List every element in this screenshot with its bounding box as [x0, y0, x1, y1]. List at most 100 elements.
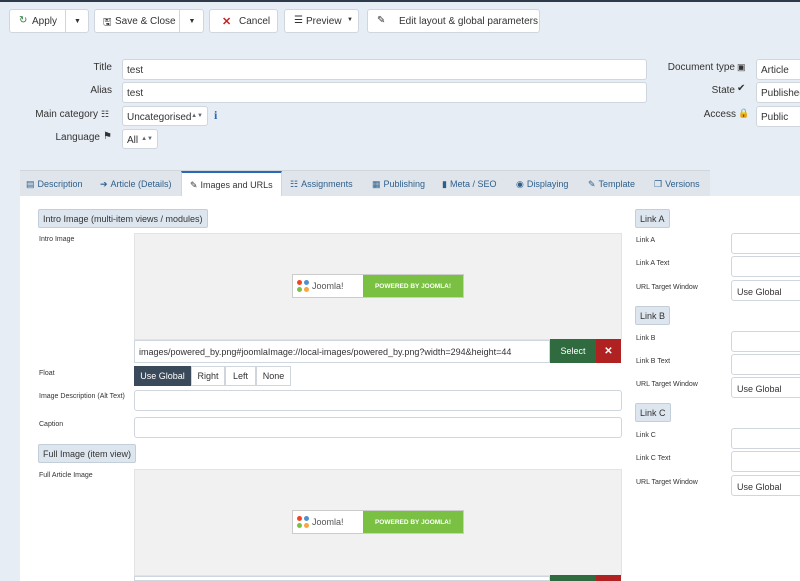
- edit-layout-button[interactable]: ✎ Edit layout & global parameters: [367, 9, 540, 33]
- alias-label: Alias: [90, 85, 112, 96]
- link-c-input[interactable]: [731, 428, 800, 449]
- full-select-button[interactable]: [550, 575, 596, 581]
- title-label: Title: [93, 62, 112, 73]
- link-c-target-label: URL Target Window: [636, 479, 698, 486]
- sign-in-icon: ➔: [100, 178, 108, 189]
- link-c-label: Link C: [636, 432, 656, 439]
- link-b-label: Link B: [636, 335, 656, 342]
- top-bar: [0, 0, 800, 2]
- apply-dropdown-caret[interactable]: ▼: [65, 10, 89, 32]
- powered-by-joomla-image: Joomla! POWERED BY JOOMLA!: [292, 274, 464, 298]
- alias-input[interactable]: test: [122, 82, 647, 103]
- link-a-target-label: URL Target Window: [636, 284, 698, 291]
- calendar-icon: ▦: [372, 178, 381, 189]
- intro-image-preview: Joomla! POWERED BY JOOMLA!: [134, 233, 622, 340]
- intro-image-section: Intro Image (multi-item views / modules): [38, 209, 208, 228]
- close-icon: ✕: [222, 16, 232, 28]
- language-label: Language: [55, 132, 101, 143]
- link-b-input[interactable]: [731, 331, 800, 352]
- access-label: Access: [703, 109, 736, 120]
- close-icon: ✕: [604, 345, 613, 357]
- sitemap-icon: ☷: [290, 178, 299, 189]
- link-a-target-select[interactable]: Use Global: [731, 280, 800, 301]
- link-a-input[interactable]: [731, 233, 800, 254]
- link-c-target-select[interactable]: Use Global: [731, 475, 800, 496]
- float-label: Float: [39, 370, 55, 377]
- tab-bar: ▤ Description ➔ Article (Details) ✎ Images …: [20, 170, 710, 197]
- caption-input[interactable]: [134, 417, 622, 438]
- sitemap-icon: ☷: [101, 109, 110, 119]
- alt-text-input[interactable]: [134, 390, 622, 411]
- chevron-down-icon: ▲▼: [191, 113, 203, 119]
- tab-description[interactable]: ▤ Description: [26, 171, 83, 197]
- doctype-select[interactable]: Article: [756, 59, 800, 80]
- link-a-section: Link A: [635, 209, 670, 228]
- briefcase-icon: ▣: [737, 62, 746, 72]
- link-c-text-label: Link C Text: [636, 455, 671, 462]
- powered-by-joomla-image: Joomla! POWERED BY JOOMLA!: [292, 510, 464, 534]
- eye-icon: ◉: [516, 178, 524, 189]
- full-image-path-input[interactable]: [134, 576, 550, 581]
- copy-icon: ❐: [654, 178, 663, 189]
- float-none[interactable]: None: [256, 366, 291, 386]
- tab-images-urls[interactable]: ✎ Images and URLs: [181, 171, 282, 197]
- link-b-text-input[interactable]: [731, 354, 800, 375]
- doctype-label: Document type: [667, 62, 735, 73]
- link-b-target-label: URL Target Window: [636, 381, 698, 388]
- save-dropdown-caret[interactable]: ▼: [179, 10, 204, 32]
- link-b-text-label: Link B Text: [636, 358, 671, 365]
- intro-image-label: Intro Image: [39, 236, 75, 243]
- alt-text-label: Image Description (Alt Text): [39, 393, 125, 400]
- flag-icon: ⚑: [103, 131, 112, 142]
- caption-label: Caption: [39, 421, 64, 428]
- refresh-icon: ↻: [19, 15, 28, 26]
- tab-displaying[interactable]: ◉ Displaying: [516, 171, 568, 197]
- full-image-section: Full Image (item view): [38, 444, 137, 463]
- category-select[interactable]: Uncategorised ▲▼: [122, 106, 208, 126]
- state-label: State: [711, 85, 735, 96]
- state-select[interactable]: Published: [756, 82, 800, 103]
- chevron-down-icon: ▼: [347, 17, 353, 23]
- float-left[interactable]: Left: [225, 366, 256, 386]
- tab-assignments[interactable]: ☷ Assignments: [290, 171, 353, 197]
- tab-versions[interactable]: ❐ Versions: [654, 171, 700, 197]
- file-icon: ▤: [26, 178, 35, 189]
- language-select[interactable]: All ▲▼: [122, 129, 158, 149]
- brush-icon: ✎: [588, 178, 596, 189]
- joomla-logo-icon: [297, 516, 309, 528]
- joomla-logo-icon: [297, 280, 309, 292]
- save-icon: 🖫: [103, 17, 112, 28]
- tab-publishing[interactable]: ▦ Publishing: [372, 171, 425, 197]
- list-icon: ☰: [294, 15, 303, 26]
- preview-button[interactable]: ☰ Preview ▼: [284, 9, 359, 33]
- intro-clear-button[interactable]: ✕: [596, 339, 621, 363]
- float-use-global[interactable]: Use Global: [134, 366, 191, 386]
- link-c-section: Link C: [635, 403, 671, 422]
- link-a-text-label: Link A Text: [636, 260, 670, 267]
- link-a-text-input[interactable]: [731, 256, 800, 277]
- intro-image-path-input[interactable]: images/powered_by.png#joomlaImage://loca…: [134, 340, 550, 363]
- link-c-text-input[interactable]: [731, 451, 800, 472]
- save-close-button[interactable]: 🖫 Save & Close ▼: [94, 9, 204, 33]
- full-clear-button[interactable]: [596, 575, 621, 581]
- info-icon[interactable]: i: [214, 108, 217, 123]
- link-a-label: Link A: [636, 237, 656, 244]
- float-right[interactable]: Right: [191, 366, 225, 386]
- tab-template[interactable]: ✎ Template: [588, 171, 635, 197]
- full-image-label: Full Article Image: [39, 472, 93, 479]
- access-select[interactable]: Public: [756, 106, 800, 127]
- bookmark-icon: ▮: [442, 178, 447, 189]
- title-input[interactable]: test: [122, 59, 647, 80]
- edit-icon: ✎: [377, 15, 386, 26]
- tab-meta-seo[interactable]: ▮ Meta / SEO: [442, 171, 496, 197]
- link-b-target-select[interactable]: Use Global: [731, 377, 800, 398]
- cancel-button[interactable]: ✕ Cancel: [209, 9, 278, 33]
- pencil-icon: ✎: [190, 179, 198, 190]
- check-icon: ✔: [737, 83, 746, 94]
- link-b-section: Link B: [635, 306, 671, 325]
- intro-select-button[interactable]: Select: [550, 339, 596, 363]
- tab-article-details[interactable]: ➔ Article (Details): [100, 171, 172, 197]
- category-label: Main category: [35, 109, 98, 120]
- chevron-down-icon: ▲▼: [141, 136, 153, 142]
- apply-button[interactable]: ↻ Apply ▼: [9, 9, 89, 33]
